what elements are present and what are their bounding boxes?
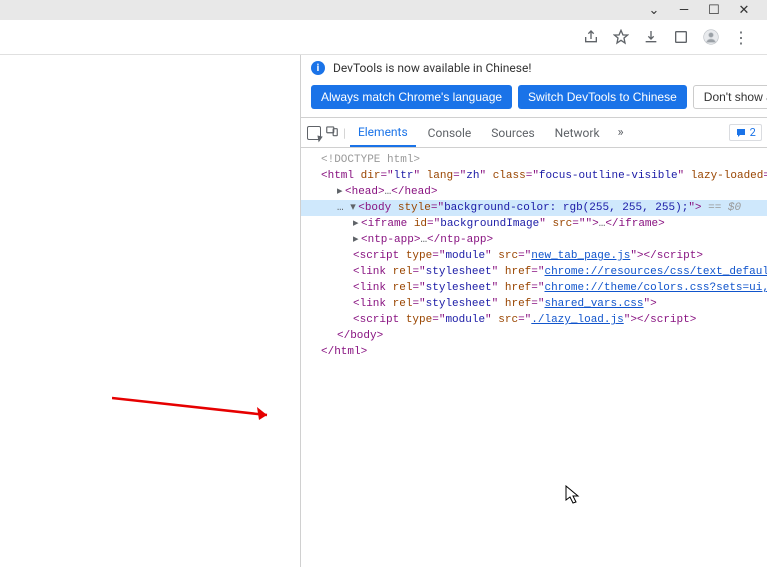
window-close-button[interactable]: ✕ — [737, 3, 751, 17]
more-tabs-button[interactable]: » — [612, 125, 630, 140]
device-toolbar-icon[interactable] — [325, 124, 339, 141]
devtools-infobar: i DevTools is now available in Chinese! … — [301, 55, 767, 81]
dom-head[interactable]: ▸<head>…</head> — [301, 184, 767, 200]
tab-view-icon[interactable] — [673, 29, 689, 45]
elements-dom-tree[interactable]: <!DOCTYPE html> <html dir="ltr" lang="zh… — [301, 148, 767, 567]
tab-elements[interactable]: Elements — [350, 118, 416, 147]
download-icon[interactable] — [643, 29, 659, 45]
dismiss-button[interactable]: Don't show again — [693, 85, 767, 109]
devtools-panel: i DevTools is now available in Chinese! … — [300, 55, 767, 567]
window-minimize-button[interactable]: — — [677, 3, 691, 17]
dom-doctype[interactable]: <!DOCTYPE html> — [301, 152, 767, 168]
issues-count: 2 — [750, 126, 756, 139]
devtools-tabbar: | Elements Console Sources Network » 2 ⋮… — [301, 118, 767, 148]
dom-script-1[interactable]: <script type="module" src="new_tab_page.… — [301, 248, 767, 264]
dom-html-close[interactable]: </html> — [301, 344, 767, 360]
infobar-buttons: Always match Chrome's language Switch De… — [301, 81, 767, 118]
star-icon[interactable] — [613, 29, 629, 45]
tab-sources[interactable]: Sources — [483, 118, 542, 147]
info-icon: i — [311, 61, 325, 75]
dom-body-open[interactable]: … ▾<body style="background-color: rgb(25… — [301, 200, 767, 216]
dom-html-open[interactable]: <html dir="ltr" lang="zh" class="focus-o… — [301, 168, 767, 184]
switch-language-button[interactable]: Switch DevTools to Chinese — [518, 85, 687, 109]
dom-iframe[interactable]: ▸<iframe id="backgroundImage" src="">…</… — [301, 216, 767, 232]
browser-toolbar: ⋮ — [0, 20, 767, 55]
inspect-element-icon[interactable] — [307, 126, 321, 140]
tab-console[interactable]: Console — [420, 118, 480, 147]
profile-icon[interactable] — [703, 29, 719, 45]
share-icon[interactable] — [583, 29, 599, 45]
page-content-area — [0, 55, 300, 567]
window-chevron-icon[interactable]: ⌄ — [647, 3, 661, 17]
dom-ntp-app[interactable]: ▸<ntp-app>…</ntp-app> — [301, 232, 767, 248]
menu-icon[interactable]: ⋮ — [733, 29, 749, 45]
dom-script-2[interactable]: <script type="module" src="./lazy_load.j… — [301, 312, 767, 328]
dom-link-3[interactable]: <link rel="stylesheet" href="shared_vars… — [301, 296, 767, 312]
match-language-button[interactable]: Always match Chrome's language — [311, 85, 512, 109]
dom-link-1[interactable]: <link rel="stylesheet" href="chrome://re… — [301, 264, 767, 280]
infobar-text: DevTools is now available in Chinese! — [333, 61, 531, 75]
dom-link-2[interactable]: <link rel="stylesheet" href="chrome://th… — [301, 280, 767, 296]
window-titlebar: ⌄ — ☐ ✕ — [0, 0, 767, 20]
annotation-arrow — [112, 390, 282, 425]
tab-network[interactable]: Network — [547, 118, 608, 147]
issues-counter[interactable]: 2 — [729, 124, 762, 141]
window-maximize-button[interactable]: ☐ — [707, 3, 721, 17]
dom-body-close[interactable]: </body> — [301, 328, 767, 344]
